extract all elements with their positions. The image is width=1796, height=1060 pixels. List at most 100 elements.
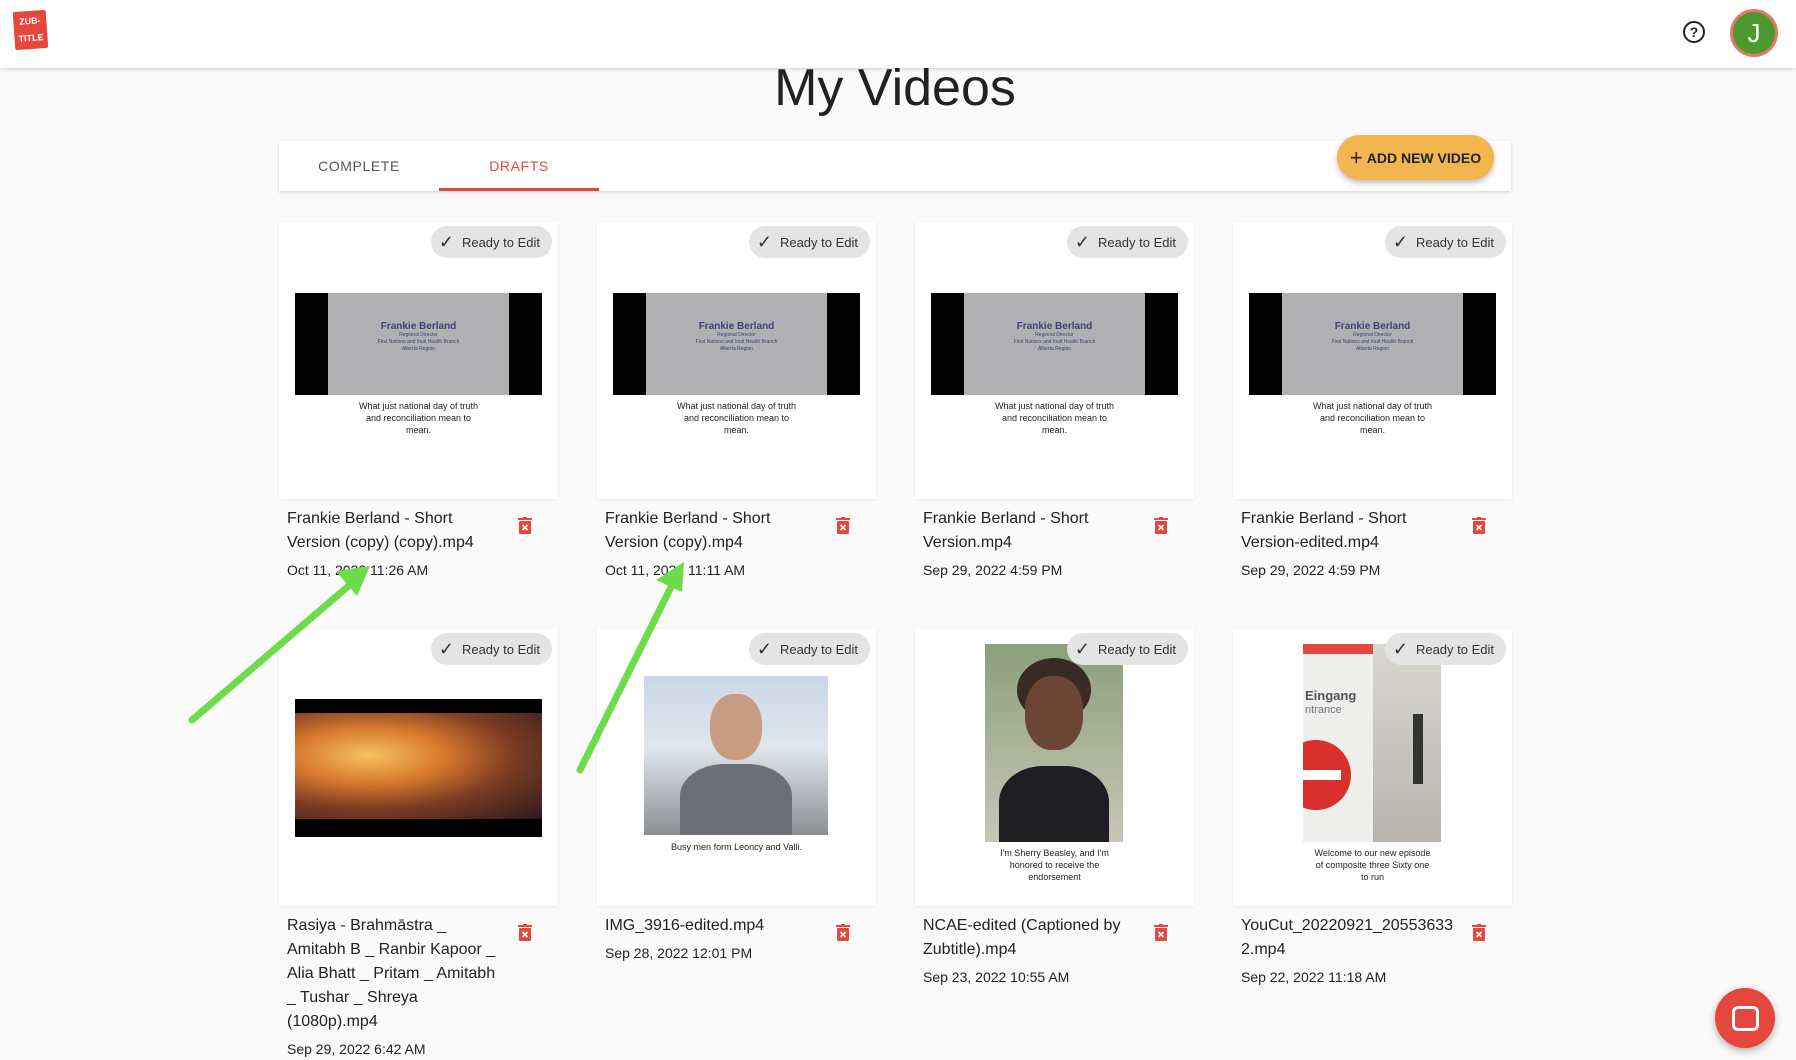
video-title[interactable]: Frankie Berland - Short Version (copy).m… bbox=[605, 507, 820, 555]
delete-icon[interactable] bbox=[836, 924, 850, 941]
delete-icon[interactable] bbox=[1472, 924, 1486, 941]
slide-line: Regional Director bbox=[1353, 332, 1392, 338]
check-icon: ✓ bbox=[756, 639, 772, 659]
slide-line: Regional Director bbox=[1035, 332, 1074, 338]
status-badge: ✓ Ready to Edit bbox=[1066, 226, 1188, 258]
video-title[interactable]: Frankie Berland - Short Version.mp4 bbox=[923, 507, 1138, 555]
status-label: Ready to Edit bbox=[779, 235, 858, 250]
video-card[interactable]: ✓ Ready to Edit Busy men form Leoncy and … bbox=[597, 629, 876, 906]
video-date: Sep 28, 2022 12:01 PM bbox=[605, 945, 753, 961]
slide-name: Frankie Berland bbox=[698, 321, 775, 332]
zubtitle-logo[interactable]: ZUB- TITLE bbox=[12, 9, 49, 51]
check-icon: ✓ bbox=[438, 639, 454, 659]
check-icon: ✓ bbox=[1392, 232, 1408, 252]
thumbnail-caption: What just national day of truth and reco… bbox=[676, 401, 797, 435]
delete-icon[interactable] bbox=[1472, 517, 1486, 534]
status-label: Ready to Edit bbox=[1097, 235, 1176, 250]
video-thumbnail[interactable]: ✓ Ready to Edit Frankie Berland Regional … bbox=[597, 222, 876, 499]
video-card[interactable]: ✓ Ready to Edit I'm Sherry Beasley, and I… bbox=[915, 629, 1194, 906]
video-card[interactable]: ✓ Ready to Edit Eingang ntrance Welcome t… bbox=[1233, 629, 1512, 906]
tab-complete[interactable]: COMPLETE bbox=[279, 141, 439, 191]
video-card[interactable]: ✓ Ready to Edit Frankie Berland Regional … bbox=[915, 222, 1194, 499]
thumbnail-caption: Busy men form Leoncy and Valli. bbox=[671, 842, 802, 852]
thumbnail-caption: What just national day of truth and reco… bbox=[1312, 401, 1433, 435]
help-icon[interactable]: ? bbox=[1683, 21, 1705, 43]
video-title[interactable]: IMG_3916-edited.mp4 bbox=[605, 914, 820, 938]
logo-text-line2: TITLE bbox=[18, 32, 44, 44]
slide-name: Frankie Berland bbox=[380, 321, 457, 332]
check-icon: ✓ bbox=[1074, 639, 1090, 659]
plus-icon: + bbox=[1349, 145, 1363, 170]
thumbnail-caption: What just national day of truth and reco… bbox=[358, 401, 479, 435]
video-thumbnail[interactable]: ✓ Ready to Edit Eingang ntrance Welcome t… bbox=[1233, 629, 1512, 906]
thumbnail-image bbox=[644, 676, 828, 835]
video-thumbnail[interactable]: ✓ Ready to Edit bbox=[279, 629, 558, 906]
status-label: Ready to Edit bbox=[1415, 235, 1494, 250]
status-badge: ✓ Ready to Edit bbox=[748, 226, 870, 258]
video-thumbnail[interactable]: ✓ Ready to Edit Frankie Berland Regional … bbox=[279, 222, 558, 499]
check-icon: ✓ bbox=[1392, 639, 1408, 659]
slide-name: Frankie Berland bbox=[1016, 321, 1093, 332]
video-card[interactable]: ✓ Ready to Edit Frankie Berland Regional … bbox=[279, 222, 558, 499]
delete-icon[interactable] bbox=[518, 924, 532, 941]
video-thumbnail[interactable]: ✓ Ready to Edit Frankie Berland Regional … bbox=[1233, 222, 1512, 499]
tab-drafts[interactable]: DRAFTS bbox=[439, 141, 599, 191]
status-badge: ✓ Ready to Edit bbox=[748, 633, 870, 665]
thumbnail-image: Frankie Berland Regional Director First … bbox=[613, 293, 860, 395]
video-title[interactable]: YouCut_20220921_205536332.mp4 bbox=[1241, 914, 1456, 962]
add-new-video-button[interactable]: + ADD NEW VIDEO bbox=[1337, 135, 1494, 180]
chat-icon bbox=[1732, 1006, 1759, 1031]
delete-icon[interactable] bbox=[1154, 517, 1168, 534]
thumbnail-image: Eingang ntrance bbox=[1303, 644, 1441, 842]
slide-line: Regional Director bbox=[399, 332, 438, 338]
status-label: Ready to Edit bbox=[461, 642, 540, 657]
video-title[interactable]: Frankie Berland - Short Version-edited.m… bbox=[1241, 507, 1456, 555]
video-date: Sep 22, 2022 11:18 AM bbox=[1241, 969, 1387, 985]
video-title[interactable]: Frankie Berland - Short Version (copy) (… bbox=[287, 507, 502, 555]
check-icon: ✓ bbox=[1074, 232, 1090, 252]
video-thumbnail[interactable]: ✓ Ready to Edit Busy men form Leoncy and … bbox=[597, 629, 876, 906]
video-date: Sep 29, 2022 4:59 PM bbox=[923, 562, 1063, 578]
video-date: Sep 29, 2022 4:59 PM bbox=[1241, 562, 1381, 578]
status-badge: ✓ Ready to Edit bbox=[1384, 633, 1506, 665]
video-card[interactable]: ✓ Ready to Edit Frankie Berland Regional … bbox=[597, 222, 876, 499]
check-icon: ✓ bbox=[438, 232, 454, 252]
status-badge: ✓ Ready to Edit bbox=[1066, 633, 1188, 665]
delete-icon[interactable] bbox=[1154, 924, 1168, 941]
sign-text: Eingang bbox=[1305, 688, 1357, 703]
status-label: Ready to Edit bbox=[1415, 642, 1494, 657]
video-card[interactable]: ✓ Ready to Edit Frankie Berland Regional … bbox=[1233, 222, 1512, 499]
thumbnail-image bbox=[295, 699, 542, 837]
thumbnail-image: Frankie Berland Regional Director First … bbox=[1249, 293, 1496, 395]
slide-line: Alberta Region bbox=[719, 346, 754, 352]
thumbnail-caption: What just national day of truth and reco… bbox=[994, 401, 1115, 435]
video-title[interactable]: NCAE-edited (Captioned by Zubtitle).mp4 bbox=[923, 914, 1138, 962]
video-date: Sep 29, 2022 6:42 AM bbox=[287, 1041, 426, 1057]
top-bar: ZUB- TITLE ? J bbox=[0, 0, 1796, 68]
thumbnail-image: Frankie Berland Regional Director First … bbox=[931, 293, 1178, 395]
slide-line: First Nations and Inuit Health Branch bbox=[1013, 339, 1096, 345]
status-label: Ready to Edit bbox=[461, 235, 540, 250]
slide-line: Alberta Region bbox=[401, 346, 436, 352]
status-badge: ✓ Ready to Edit bbox=[430, 633, 552, 665]
slide-line: First Nations and Inuit Health Branch bbox=[377, 339, 460, 345]
video-title[interactable]: Rasiya - Brahmāstra _ Amitabh B _ Ranbir… bbox=[287, 914, 502, 1034]
delete-icon[interactable] bbox=[518, 517, 532, 534]
user-avatar[interactable]: J bbox=[1730, 9, 1778, 57]
slide-line: Alberta Region bbox=[1355, 346, 1390, 352]
slide-line: Regional Director bbox=[717, 332, 756, 338]
delete-icon[interactable] bbox=[836, 517, 850, 534]
status-badge: ✓ Ready to Edit bbox=[1384, 226, 1506, 258]
sign-text: ntrance bbox=[1305, 704, 1342, 716]
video-date: Oct 11, 2022 11:26 AM bbox=[287, 562, 429, 578]
slide-line: Alberta Region bbox=[1037, 346, 1072, 352]
add-new-video-label: ADD NEW VIDEO bbox=[1366, 150, 1482, 166]
thumbnail-image bbox=[985, 644, 1123, 842]
video-thumbnail[interactable]: ✓ Ready to Edit I'm Sherry Beasley, and I… bbox=[915, 629, 1194, 906]
video-date: Oct 11, 2022 11:11 AM bbox=[605, 562, 746, 578]
slide-line: First Nations and Inuit Health Branch bbox=[1331, 339, 1414, 345]
video-card[interactable]: ✓ Ready to Edit bbox=[279, 629, 558, 906]
video-thumbnail[interactable]: ✓ Ready to Edit Frankie Berland Regional … bbox=[915, 222, 1194, 499]
chat-launcher-button[interactable] bbox=[1715, 988, 1775, 1048]
tabs-bar: COMPLETE DRAFTS bbox=[279, 141, 1511, 191]
